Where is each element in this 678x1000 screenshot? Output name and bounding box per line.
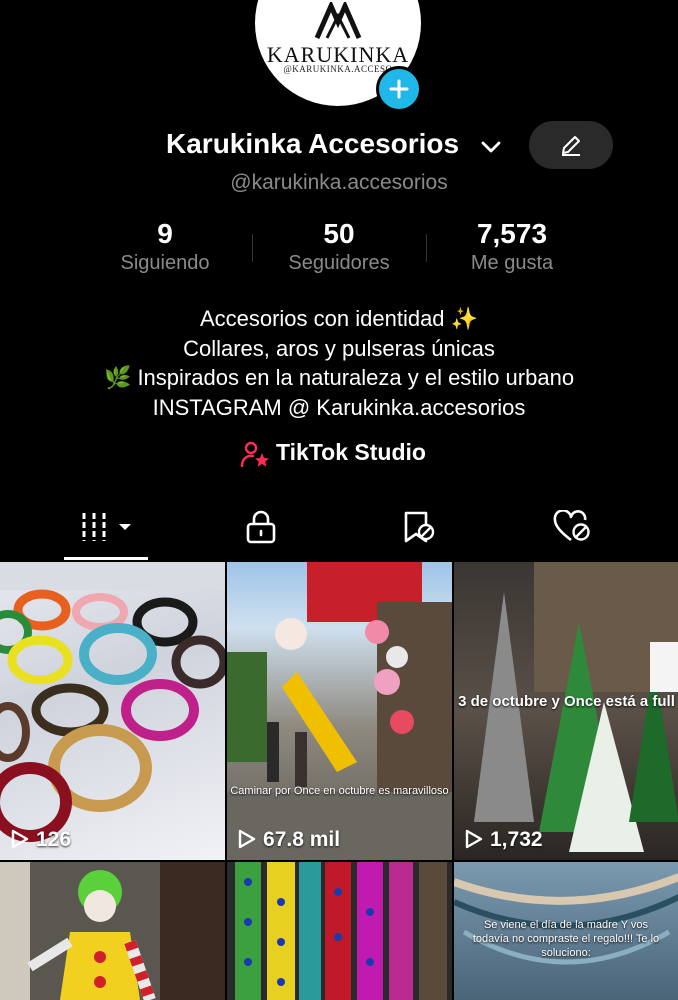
stat-divider bbox=[426, 234, 427, 262]
view-count-value: 1,732 bbox=[490, 828, 543, 851]
video-caption: Se viene el día de la madre Y vos todaví… bbox=[472, 919, 660, 959]
lock-icon bbox=[246, 510, 276, 544]
video-thumbnail[interactable] bbox=[0, 862, 225, 1000]
plus-icon bbox=[389, 79, 409, 99]
tiktok-studio-label: TikTok Studio bbox=[276, 439, 426, 465]
view-count: 126 bbox=[10, 828, 71, 852]
video-thumbnail[interactable]: Se viene el día de la madre Y vos todaví… bbox=[454, 862, 678, 1000]
brand-logo-icon bbox=[314, 2, 362, 40]
tab-liked[interactable] bbox=[509, 500, 678, 560]
video-thumbnail[interactable]: 126 bbox=[0, 562, 225, 860]
chevron-down-icon[interactable] bbox=[480, 136, 502, 158]
grid-icon bbox=[82, 513, 131, 541]
beads-image bbox=[235, 862, 447, 1000]
creator-star-icon bbox=[240, 441, 269, 468]
tab-private[interactable] bbox=[176, 500, 345, 560]
video-thumbnail[interactable]: 3 de octubre y Once está a full 1,732 bbox=[454, 562, 678, 860]
video-caption: Caminar por Once en octubre es maravillo… bbox=[230, 785, 449, 797]
tab-saved[interactable] bbox=[345, 500, 514, 560]
stat-divider bbox=[252, 234, 253, 262]
bio-line: 🌿 Inspirados en la naturaleza y el estil… bbox=[103, 365, 575, 390]
view-count: 67.8 mil bbox=[237, 828, 340, 852]
video-caption: 3 de octubre y Once está a full bbox=[458, 693, 675, 710]
username-handle: @karukinka.accesorios bbox=[230, 171, 448, 194]
play-icon bbox=[11, 829, 29, 849]
profile-stats: 9 Siguiendo 50 Seguidores 7,573 Me gusta bbox=[0, 218, 678, 278]
bio-line: Collares, aros y pulseras únicas bbox=[183, 335, 495, 361]
pencil-icon bbox=[562, 136, 580, 156]
bracelets-image bbox=[0, 562, 225, 842]
tab-videos[interactable] bbox=[22, 500, 191, 560]
likes-count: 7,573 bbox=[476, 218, 548, 249]
active-tab-indicator bbox=[64, 557, 148, 560]
edit-profile-button[interactable] bbox=[529, 121, 613, 169]
following-count: 9 bbox=[157, 218, 173, 249]
christmas-trees-image bbox=[474, 562, 678, 852]
street-image bbox=[227, 562, 452, 860]
profile-bio: Accesorios con identidad ✨ Collares, aro… bbox=[0, 304, 678, 422]
followers-stat[interactable]: 50 Seguidores bbox=[259, 218, 419, 275]
followers-label: Seguidores bbox=[288, 252, 390, 274]
followers-count: 50 bbox=[323, 218, 355, 249]
view-count-value: 126 bbox=[36, 828, 72, 851]
bio-line: INSTAGRAM @ Karukinka.accesorios bbox=[152, 394, 526, 420]
play-icon bbox=[465, 829, 483, 849]
following-stat[interactable]: 9 Siguiendo bbox=[85, 218, 245, 275]
following-label: Siguiendo bbox=[120, 252, 210, 274]
display-name[interactable]: Karukinka Accesorios bbox=[166, 128, 459, 160]
view-count-value: 67.8 mil bbox=[263, 828, 341, 851]
bookmark-icon bbox=[404, 511, 435, 543]
add-story-button[interactable] bbox=[376, 66, 422, 112]
likes-stat[interactable]: 7,573 Me gusta bbox=[432, 218, 592, 275]
liked-icon bbox=[553, 510, 590, 542]
video-thumbnail[interactable] bbox=[227, 862, 452, 1000]
likes-label: Me gusta bbox=[470, 252, 554, 274]
play-icon bbox=[238, 829, 256, 849]
video-thumbnail[interactable]: Caminar por Once en octubre es maravillo… bbox=[227, 562, 452, 860]
view-count: 1,732 bbox=[464, 828, 543, 852]
clown-image bbox=[0, 862, 225, 1000]
profile-tabs bbox=[0, 500, 678, 560]
bio-line: Accesorios con identidad ✨ bbox=[199, 306, 479, 331]
